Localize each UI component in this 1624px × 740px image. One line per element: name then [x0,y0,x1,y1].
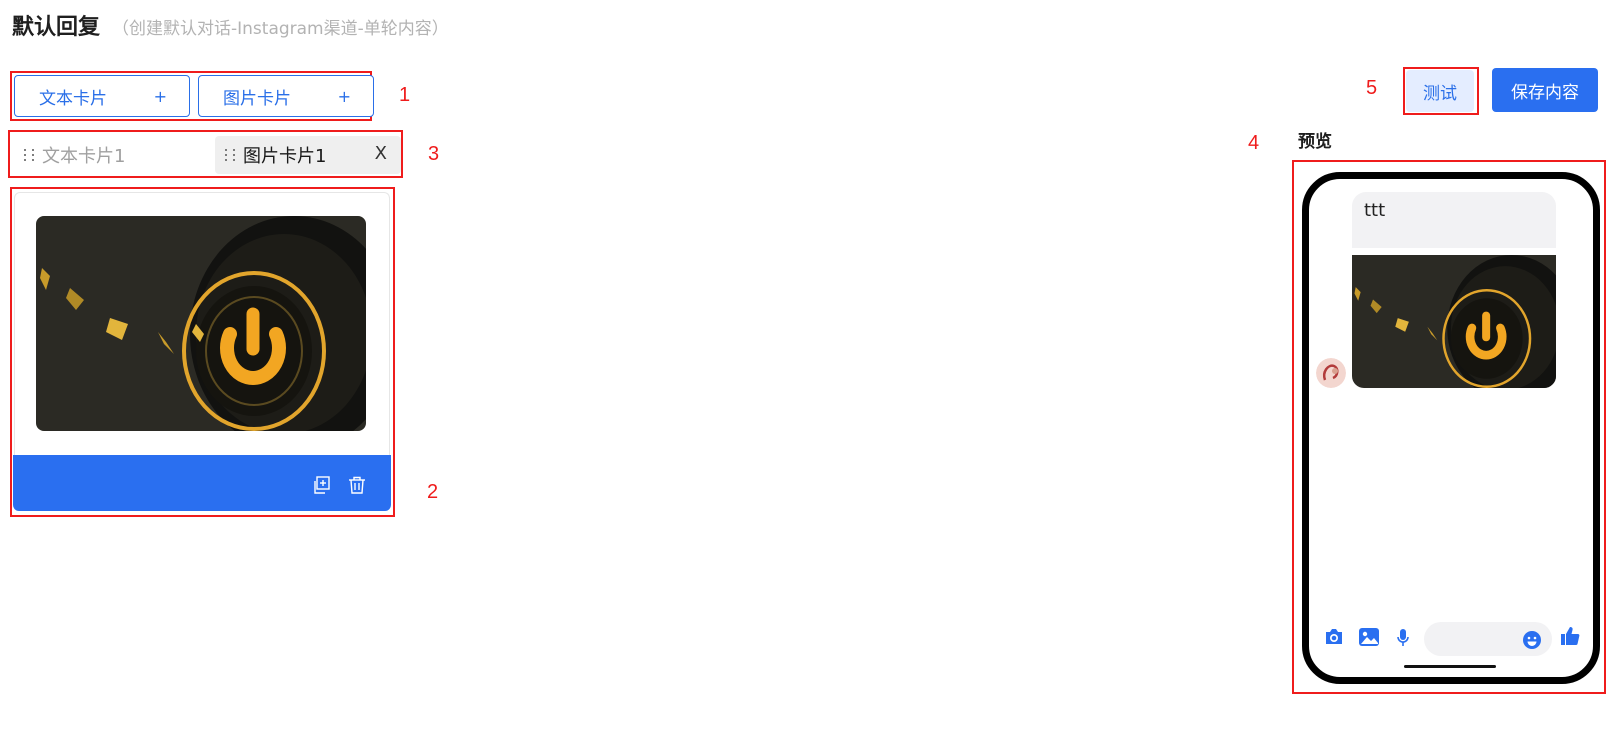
phone-preview [1302,172,1600,684]
thumbs-up-icon[interactable] [1560,626,1580,650]
page-title: 默认回复 [12,15,101,40]
preview-label: 预览 [1298,132,1332,152]
add-image-card-label: 图片卡片 [223,88,291,109]
message-bubble-image [1352,255,1556,388]
card-action-bar [13,455,391,511]
tab-text-card-1[interactable]: 文本卡片1 [24,136,210,174]
plus-icon: + [337,86,351,106]
card-image-upload[interactable] [36,216,366,431]
annotation-label-2: 2 [427,481,439,503]
add-text-card-label: 文本卡片 [39,88,107,109]
drag-handle-icon[interactable] [225,146,237,164]
message-text: ttt [1364,200,1386,221]
tab-image-card-1[interactable]: 图片卡片1 X [215,136,401,174]
drag-handle-icon[interactable] [24,146,36,164]
message-bubble-text: ttt [1352,192,1556,248]
power-button-image [36,216,366,431]
add-image-card-button[interactable]: 图片卡片 + [198,75,374,117]
annotation-label-4: 4 [1248,132,1260,154]
annotation-label-1: 1 [399,84,411,106]
power-button-image [1352,255,1556,388]
annotation-label-3: 3 [428,143,440,165]
save-content-button[interactable]: 保存内容 [1492,68,1598,112]
plus-icon: + [153,86,167,106]
camera-icon[interactable] [1324,628,1344,650]
annotation-label-5: 5 [1366,77,1378,99]
home-indicator [1404,665,1496,668]
microphone-icon[interactable] [1397,628,1409,652]
page-subtitle: （创建默认对话-Instagram渠道-单轮内容） [112,19,449,39]
gallery-icon[interactable] [1358,627,1380,651]
copy-icon[interactable] [312,476,330,494]
tab-label: 文本卡片1 [42,146,126,167]
test-button[interactable]: 测试 [1406,70,1474,112]
add-text-card-button[interactable]: 文本卡片 + [14,75,190,117]
tab-label: 图片卡片1 [243,146,327,167]
trash-icon[interactable] [348,476,366,494]
avatar [1316,358,1346,388]
close-icon[interactable]: X [375,144,387,164]
emoji-icon[interactable] [1522,630,1542,654]
